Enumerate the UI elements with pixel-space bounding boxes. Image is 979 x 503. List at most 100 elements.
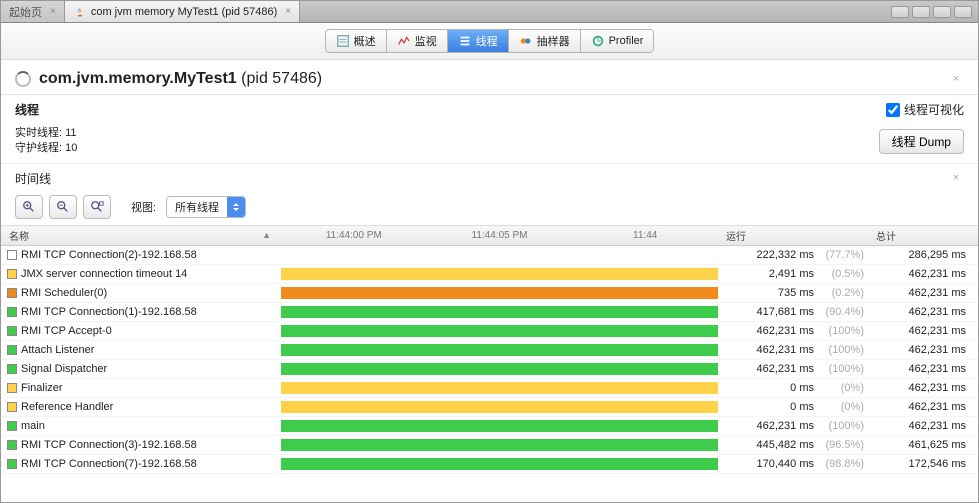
timeline-bar (281, 249, 718, 261)
running-cell: 0 ms(0%) (718, 382, 868, 394)
live-threads-label: 实时线程: (15, 127, 62, 139)
visualize-checkbox[interactable] (886, 103, 900, 117)
tab-threads[interactable]: 线程 (448, 30, 509, 52)
title-bar: com.jvm.memory.MyTest1 (pid 57486) × (1, 60, 978, 95)
timeline-header: 时间线 (15, 170, 51, 187)
table-row[interactable]: Attach Listener462,231 ms(100%)462,231 m… (1, 341, 978, 360)
table-row[interactable]: JMX server connection timeout 142,491 ms… (1, 265, 978, 284)
table-row[interactable]: RMI TCP Connection(1)-192.168.58 417,681 … (1, 303, 978, 322)
col-name[interactable]: 名称 ▲ (1, 228, 281, 243)
time-tick: 11:44:05 PM (427, 230, 573, 241)
thread-name-cell: main (1, 420, 281, 432)
close-icon[interactable]: × (285, 6, 291, 17)
thread-name: Attach Listener (21, 344, 94, 356)
threads-icon (458, 34, 472, 48)
tab-main[interactable]: com jvm memory MyTest1 (pid 57486) × (65, 1, 300, 22)
col-name-label: 名称 (9, 228, 29, 243)
monitor-icon (397, 34, 411, 48)
color-swatch (7, 307, 17, 317)
tab-sampler[interactable]: 抽样器 (509, 30, 581, 52)
java-icon (73, 5, 87, 19)
sampler-icon (519, 34, 533, 48)
title-main: com.jvm.memory.MyTest1 (39, 70, 237, 87)
timeline-bar (281, 401, 718, 413)
color-swatch (7, 383, 17, 393)
visualize-label: 线程可视化 (904, 101, 964, 118)
win-btn[interactable] (891, 6, 909, 18)
table-row[interactable]: RMI TCP Connection(7)-192.168.58170,440 … (1, 455, 978, 474)
color-swatch (7, 345, 17, 355)
thread-name: main (21, 420, 45, 432)
tab-bar: 起始页 × com jvm memory MyTest1 (pid 57486)… (1, 1, 978, 23)
running-pct: (100%) (814, 325, 864, 337)
running-cell: 735 ms(0.2%) (718, 287, 868, 299)
close-icon[interactable]: × (948, 71, 964, 87)
col-total[interactable]: 总计 (868, 228, 978, 243)
zoom-out-button[interactable] (49, 195, 77, 219)
color-swatch (7, 421, 17, 431)
table-row[interactable]: Reference Handler0 ms(0%)462,231 ms (1, 398, 978, 417)
table-row[interactable]: RMI TCP Connection(2)-192.168.58222,332 … (1, 246, 978, 265)
timeline-bar (281, 325, 718, 337)
timeline-bar (281, 439, 718, 451)
thread-dump-button[interactable]: 线程 Dump (879, 129, 964, 154)
tab-overview[interactable]: 概述 (326, 30, 387, 52)
running-cell: 462,231 ms(100%) (718, 344, 868, 356)
table-row[interactable]: RMI TCP Accept-0462,231 ms(100%)462,231 … (1, 322, 978, 341)
daemon-threads-count: 10 (65, 142, 77, 154)
thread-name-cell: RMI Scheduler(0) (1, 287, 281, 299)
view-label: 视图: (131, 199, 156, 215)
toolbar-label: 线程 (476, 33, 498, 49)
thread-stats: 实时线程: 11 守护线程: 10 (15, 126, 77, 157)
col-running[interactable]: 运行 (718, 228, 868, 243)
thread-name-cell: Reference Handler (1, 401, 281, 413)
tab-profiler[interactable]: Profiler (581, 30, 654, 52)
running-ms: 462,231 ms (757, 325, 814, 337)
table-header: 名称 ▲ 11:44:00 PM 11:44:05 PM 11:44 运行 总计 (1, 226, 978, 246)
table-row[interactable]: Finalizer0 ms(0%)462,231 ms (1, 379, 978, 398)
thread-name-cell: Attach Listener (1, 344, 281, 356)
total-cell: 462,231 ms (868, 420, 978, 432)
main-toolbar: 概述 监视 线程 抽样器 Profiler (1, 23, 978, 60)
color-swatch (7, 459, 17, 469)
running-cell: 462,231 ms(100%) (718, 420, 868, 432)
chevron-updown-icon (227, 197, 245, 217)
win-btn[interactable] (912, 6, 930, 18)
color-swatch (7, 269, 17, 279)
running-cell: 222,332 ms(77.7%) (718, 249, 868, 261)
tab-monitor[interactable]: 监视 (387, 30, 448, 52)
toolbar-label: 概述 (354, 33, 376, 49)
table-body[interactable]: RMI TCP Connection(2)-192.168.58222,332 … (1, 246, 978, 502)
close-icon[interactable]: × (50, 6, 56, 17)
thread-name: RMI TCP Connection(3)-192.168.58 (21, 439, 197, 451)
running-pct: (0.2%) (814, 287, 864, 299)
color-swatch (7, 440, 17, 450)
tab-start[interactable]: 起始页 × (1, 1, 65, 22)
running-ms: 2,491 ms (769, 268, 814, 280)
timeline-bar (281, 382, 718, 394)
thread-name-cell: RMI TCP Connection(1)-192.168.58 (1, 306, 281, 318)
table-row[interactable]: RMI Scheduler(0)735 ms(0.2%)462,231 ms (1, 284, 978, 303)
tab-label: 起始页 (9, 4, 42, 20)
zoom-fit-button[interactable] (83, 195, 111, 219)
running-cell: 417,681 ms(90.4%) (718, 306, 868, 318)
total-cell: 461,625 ms (868, 439, 978, 451)
total-cell: 462,231 ms (868, 401, 978, 413)
loading-spinner-icon (15, 71, 31, 87)
color-swatch (7, 288, 17, 298)
running-cell: 462,231 ms(100%) (718, 325, 868, 337)
table-row[interactable]: Signal Dispatcher462,231 ms(100%)462,231… (1, 360, 978, 379)
visualize-toggle[interactable]: 线程可视化 (886, 101, 964, 118)
toolbar-label: Profiler (609, 35, 644, 47)
win-btn[interactable] (933, 6, 951, 18)
thread-name: Signal Dispatcher (21, 363, 107, 375)
table-row[interactable]: RMI TCP Connection(3)-192.168.58445,482 … (1, 436, 978, 455)
window-controls (885, 6, 978, 18)
table-row[interactable]: main 462,231 ms(100%)462,231 ms (1, 417, 978, 436)
thread-name: RMI Scheduler(0) (21, 287, 107, 299)
running-ms: 735 ms (778, 287, 814, 299)
close-icon[interactable]: × (948, 170, 964, 186)
zoom-in-button[interactable] (15, 195, 43, 219)
view-select[interactable]: 所有线程 (166, 196, 246, 218)
win-btn[interactable] (954, 6, 972, 18)
